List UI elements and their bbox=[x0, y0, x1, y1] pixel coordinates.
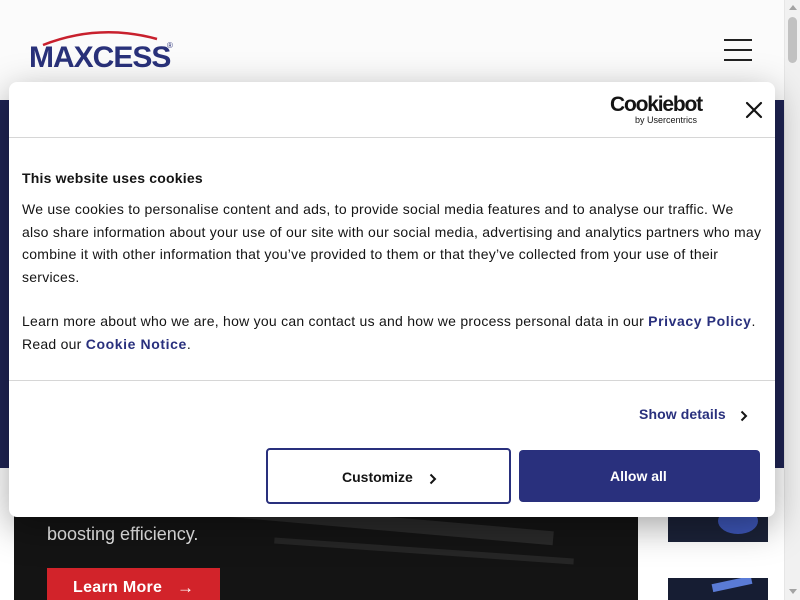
arrow-right-icon: → bbox=[177, 578, 195, 597]
dialog-title: This website uses cookies bbox=[22, 170, 203, 186]
close-icon[interactable] bbox=[743, 99, 765, 121]
scroll-down-arrow-icon[interactable] bbox=[789, 589, 797, 594]
privacy-policy-link[interactable]: Privacy Policy bbox=[648, 313, 751, 329]
maxcess-logo[interactable]: MAXCESS ® bbox=[29, 27, 174, 75]
dialog-divider bbox=[9, 380, 775, 381]
cookiebot-byline: by Usercentrics bbox=[635, 115, 698, 125]
chevron-right-icon bbox=[429, 473, 437, 485]
vertical-scrollbar[interactable] bbox=[784, 0, 800, 600]
thumbnail-image[interactable] bbox=[668, 578, 768, 600]
allow-all-label: Allow all bbox=[610, 468, 667, 484]
learn-more-button[interactable]: Learn More → bbox=[47, 568, 220, 600]
show-details-label: Show details bbox=[639, 406, 726, 422]
cookiebot-logo: Cookiebot by Usercentrics bbox=[610, 93, 710, 127]
logo-text: MAXCESS bbox=[29, 41, 171, 74]
hamburger-menu-icon[interactable] bbox=[724, 39, 754, 63]
cookie-notice-link[interactable]: Cookie Notice bbox=[86, 336, 187, 352]
customize-button[interactable]: Customize bbox=[266, 448, 511, 504]
customize-label: Customize bbox=[342, 469, 413, 485]
cookie-description: We use cookies to personalise content an… bbox=[22, 201, 762, 285]
dialog-header: Cookiebot by Usercentrics bbox=[9, 82, 775, 138]
dialog-body: This website uses cookies We use cookies… bbox=[22, 170, 762, 356]
learn-more-label: Learn More bbox=[73, 579, 163, 596]
privacy-notice-suffix: . bbox=[186, 335, 192, 352]
show-details-link[interactable]: Show details bbox=[639, 406, 748, 422]
privacy-notice-text: Learn more about who we are, how you can… bbox=[22, 310, 762, 355]
hero-tagline: boosting efficiency. bbox=[47, 524, 199, 544]
scroll-up-arrow-icon[interactable] bbox=[789, 5, 797, 10]
privacy-notice-prefix: Learn more about who we are, how you can… bbox=[22, 313, 649, 330]
scroll-thumb[interactable] bbox=[788, 17, 797, 63]
cookiebot-wordmark: Cookiebot bbox=[610, 93, 703, 116]
cookie-consent-dialog: Cookiebot by Usercentrics This website u… bbox=[9, 82, 775, 517]
logo-registered-mark: ® bbox=[167, 41, 173, 50]
allow-all-button[interactable]: Allow all bbox=[519, 450, 760, 502]
chevron-right-icon bbox=[740, 410, 748, 422]
